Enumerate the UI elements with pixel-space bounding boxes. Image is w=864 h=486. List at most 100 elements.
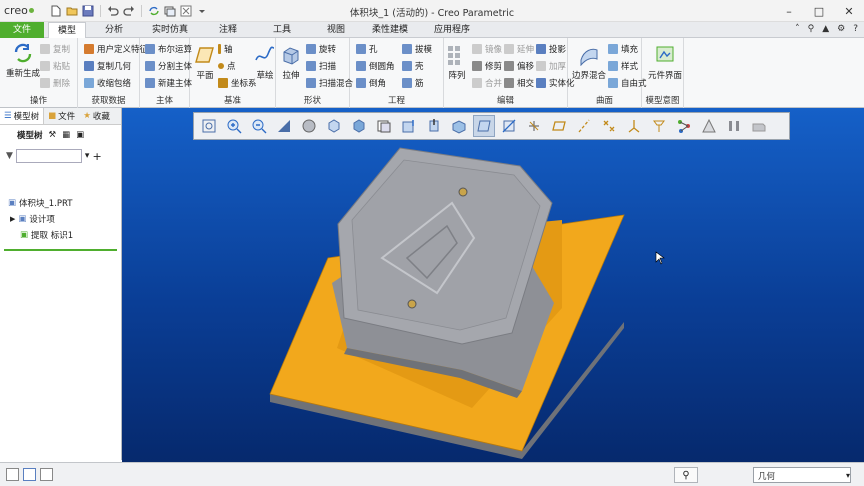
customize-dropdown-icon[interactable] bbox=[196, 5, 208, 17]
plane-display-icon[interactable] bbox=[473, 115, 495, 137]
expand-arrow-icon[interactable]: ▶ bbox=[10, 215, 15, 223]
spin-center-display-icon[interactable] bbox=[648, 115, 670, 137]
tab-model-tree[interactable]: ☰ 模型树 bbox=[0, 108, 45, 124]
tree-item-extract[interactable]: ▣ 提取 标识1 bbox=[0, 227, 121, 243]
collapse-ribbon-icon[interactable]: ˄ bbox=[795, 24, 800, 34]
tab-favorites[interactable]: ★ 收藏 bbox=[79, 108, 114, 124]
maximize-icon[interactable]: □ bbox=[804, 0, 834, 22]
tree-item-root[interactable]: ▣ 体积块_1.PRT bbox=[0, 195, 121, 211]
split-body-button[interactable]: 分割主体 bbox=[145, 60, 192, 72]
help-icon[interactable]: ? bbox=[853, 24, 858, 34]
revolve-button[interactable]: 旋转 bbox=[306, 43, 336, 55]
tab-view[interactable]: 视图 bbox=[314, 22, 358, 38]
close-icon[interactable]: ✕ bbox=[834, 0, 864, 22]
fill-button[interactable]: 填充 bbox=[608, 43, 638, 55]
appearance-icon[interactable] bbox=[698, 115, 720, 137]
sweep-button[interactable]: 扫描 bbox=[306, 60, 336, 72]
saved-orientations-icon[interactable] bbox=[323, 115, 345, 137]
tab-tools[interactable]: 工具 bbox=[260, 22, 304, 38]
axis-button[interactable]: 轴 bbox=[218, 43, 233, 55]
boundary-blend-button[interactable]: 边界混合 bbox=[572, 44, 606, 81]
filter-dropdown-icon[interactable]: ▾ bbox=[85, 151, 90, 161]
style-button[interactable]: 样式 bbox=[608, 60, 638, 72]
component-interface-button[interactable]: 元件界面 bbox=[648, 44, 682, 81]
extrude-button[interactable]: 拉伸 bbox=[280, 44, 302, 81]
csys-display-icon[interactable] bbox=[623, 115, 645, 137]
new-body-button[interactable]: 新建主体 bbox=[145, 77, 192, 89]
freestyle-button[interactable]: 自由式 bbox=[608, 77, 647, 89]
zoom-out-icon[interactable] bbox=[248, 115, 270, 137]
tree-columns-icon[interactable]: ▦ bbox=[62, 130, 70, 140]
boolean-button[interactable]: 布尔运算 bbox=[145, 43, 192, 55]
undo-icon[interactable] bbox=[107, 5, 119, 17]
annotation-tag-icon[interactable] bbox=[673, 115, 695, 137]
tab-file[interactable]: 文件 bbox=[0, 21, 44, 38]
zoom-in-icon[interactable] bbox=[223, 115, 245, 137]
copy-button[interactable]: 复制 bbox=[40, 43, 70, 55]
pin-icon[interactable]: ▲ bbox=[822, 24, 829, 34]
tab-folder[interactable]: ■ 文件 bbox=[44, 108, 79, 124]
spin-center-icon[interactable] bbox=[398, 115, 420, 137]
find-icon[interactable]: ⚲ bbox=[674, 467, 698, 483]
draft-button[interactable]: 拔模 bbox=[402, 43, 432, 55]
sketch-button[interactable]: 草绘 bbox=[254, 44, 276, 81]
extend-button[interactable]: 延伸 bbox=[504, 43, 534, 55]
refit-icon[interactable] bbox=[198, 115, 220, 137]
chamfer-button[interactable]: 倒角 bbox=[356, 77, 386, 89]
tab-applications[interactable]: 应用程序 bbox=[424, 22, 480, 38]
shell-button[interactable]: 壳 bbox=[402, 60, 424, 72]
new-file-icon[interactable] bbox=[50, 5, 62, 17]
settings-icon[interactable]: ⚙ bbox=[837, 24, 845, 34]
full-screen-icon[interactable] bbox=[40, 468, 53, 481]
swept-blend-button[interactable]: 扫描混合 bbox=[306, 77, 353, 89]
annotation-display-icon[interactable] bbox=[423, 115, 445, 137]
tab-annotate[interactable]: 注释 bbox=[206, 22, 250, 38]
render-icon[interactable] bbox=[748, 115, 770, 137]
plane-tag-icon[interactable] bbox=[548, 115, 570, 137]
udf-button[interactable]: 用户定义特征 bbox=[84, 43, 148, 55]
save-icon[interactable] bbox=[82, 5, 94, 17]
show-navigator-icon[interactable] bbox=[6, 468, 19, 481]
delete-button[interactable]: 删除 bbox=[40, 77, 70, 89]
mirror-button[interactable]: 镜像 bbox=[472, 43, 502, 55]
pattern-button[interactable]: 阵列 bbox=[446, 44, 468, 81]
plane-button[interactable]: 平面 bbox=[194, 44, 216, 81]
tab-flexible-modeling[interactable]: 柔性建模 bbox=[362, 22, 418, 38]
axis-display-icon[interactable] bbox=[498, 115, 520, 137]
shrinkwrap-button[interactable]: 收缩包络 bbox=[84, 77, 131, 89]
trim-button[interactable]: 修剪 bbox=[472, 60, 502, 72]
paste-button[interactable]: 粘贴 bbox=[40, 60, 70, 72]
pause-icon[interactable] bbox=[723, 115, 745, 137]
open-folder-icon[interactable] bbox=[66, 5, 78, 17]
repaint-icon[interactable] bbox=[273, 115, 295, 137]
tree-show-icon[interactable]: ▣ bbox=[76, 130, 84, 140]
rib-button[interactable]: 筋 bbox=[402, 77, 424, 89]
graphics-viewport[interactable] bbox=[122, 108, 864, 462]
selection-filter[interactable]: 几何 bbox=[753, 467, 851, 483]
copy-geometry-button[interactable]: 复制几何 bbox=[84, 60, 131, 72]
round-button[interactable]: 倒圆角 bbox=[356, 60, 395, 72]
tab-live-simulation[interactable]: 实时仿真 bbox=[142, 22, 198, 38]
tab-analysis[interactable]: 分析 bbox=[90, 22, 138, 38]
tree-item-design-items[interactable]: ▶ ▣ 设计项 bbox=[0, 211, 121, 227]
view-manager-icon[interactable] bbox=[348, 115, 370, 137]
show-browser-icon[interactable] bbox=[23, 468, 36, 481]
merge-button[interactable]: 合并 bbox=[472, 77, 502, 89]
thicken-button[interactable]: 加厚 bbox=[536, 60, 566, 72]
project-button[interactable]: 投影 bbox=[536, 43, 566, 55]
close-window-icon[interactable] bbox=[180, 5, 192, 17]
tab-model[interactable]: 模型 bbox=[48, 21, 86, 39]
intersect-button[interactable]: 相交 bbox=[504, 77, 534, 89]
perspective-icon[interactable] bbox=[373, 115, 395, 137]
offset-button[interactable]: 偏移 bbox=[504, 60, 534, 72]
tree-search-input[interactable] bbox=[15, 149, 82, 163]
hole-button[interactable]: 孔 bbox=[356, 43, 378, 55]
point-button[interactable]: 点 bbox=[218, 60, 236, 72]
point-display-icon[interactable] bbox=[523, 115, 545, 137]
windows-icon[interactable] bbox=[164, 5, 176, 17]
csys-button[interactable]: 坐标系 bbox=[218, 77, 257, 89]
tree-settings-icon[interactable]: ⚒ bbox=[49, 130, 57, 140]
add-filter-icon[interactable]: + bbox=[92, 150, 101, 163]
section-icon[interactable] bbox=[448, 115, 470, 137]
search-icon[interactable]: ⚲ bbox=[808, 24, 815, 34]
